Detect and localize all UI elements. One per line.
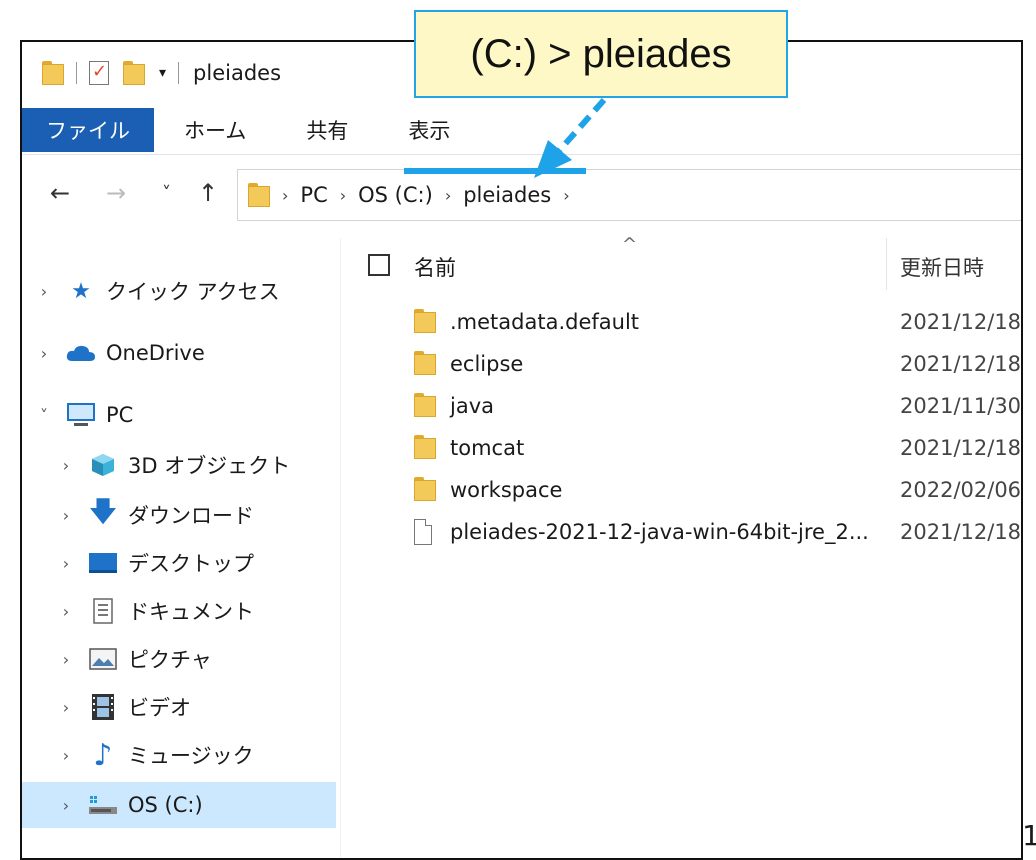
annotation-callout: (C:) > pleiades	[414, 10, 788, 98]
page-number-fragment: 1	[1022, 819, 1036, 852]
callout-arrow	[534, 98, 607, 178]
